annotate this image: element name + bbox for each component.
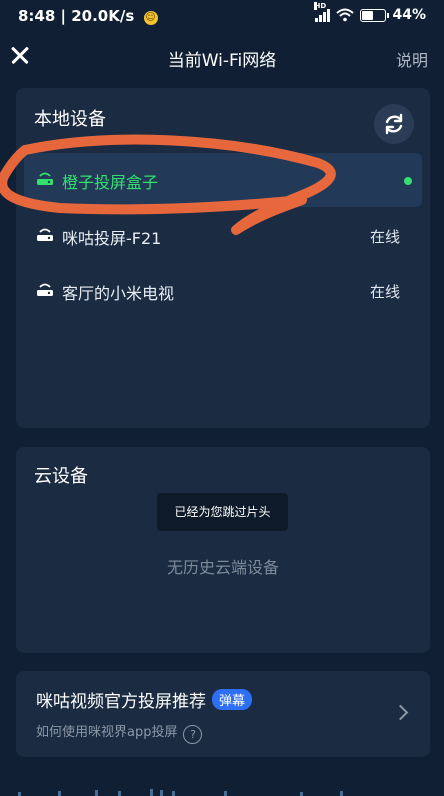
help-circle-icon[interactable]: ?	[183, 725, 203, 744]
local-devices-card: 本地设备 橙子投屏盒子 咪咕投屏-F21 在线 客厅的小米电视 在线	[16, 88, 430, 428]
empty-state-text: 无历史云端设备	[166, 558, 279, 577]
help-link[interactable]: 说明	[396, 47, 428, 71]
battery-icon	[360, 8, 390, 22]
promo-title-text: 咪咕视频官方投屏推荐	[36, 692, 206, 712]
battery-percent: 44%	[392, 7, 426, 23]
promo-card[interactable]: 咪咕视频官方投屏推荐 弹幕 如何使用咪视界app投屏?	[16, 671, 430, 757]
device-name: 客厅的小米电视	[62, 284, 175, 303]
page-title: 当前Wi-Fi网络	[167, 51, 277, 71]
top-bar: 当前Wi-Fi网络 说明	[0, 34, 444, 80]
device-status: 在线	[369, 228, 400, 246]
device-row-1[interactable]: 咪咕投屏-F21 在线	[24, 209, 422, 263]
router-icon	[37, 228, 53, 241]
refresh-button[interactable]	[374, 104, 414, 144]
promo-subtitle-text: 如何使用咪视界app投屏	[36, 725, 178, 740]
refresh-icon	[385, 113, 403, 135]
time-speed: 8:48 | 20.0K/s	[18, 7, 135, 25]
device-row-0[interactable]: 橙子投屏盒子	[24, 153, 422, 207]
cellular-signal-icon: HD	[314, 2, 331, 22]
notification-emoji-icon: ☺	[143, 11, 158, 25]
wifi-icon	[336, 8, 355, 22]
local-devices-title: 本地设备	[34, 109, 106, 130]
battery-fill	[362, 10, 374, 20]
cloud-devices-title: 云设备	[34, 466, 88, 487]
online-dot-icon	[404, 177, 412, 185]
toast-message: 已经为您跳过片头	[157, 493, 288, 531]
status-left: 8:48 | 20.0K/s ☺	[18, 7, 158, 25]
promo-subtitle: 如何使用咪视界app投屏?	[36, 721, 203, 744]
promo-title: 咪咕视频官方投屏推荐 弹幕	[36, 687, 253, 712]
device-status: 在线	[369, 283, 400, 301]
router-icon	[37, 283, 53, 296]
cloud-devices-card: 云设备 已经为您跳过片头 无历史云端设备	[16, 447, 430, 653]
danmaku-badge: 弹幕	[212, 689, 253, 710]
status-right: HD 44%	[314, 2, 426, 23]
status-bar: 8:48 | 20.0K/s ☺ HD 44%	[0, 0, 444, 34]
chevron-right-icon	[392, 704, 409, 721]
device-name: 橙子投屏盒子	[62, 173, 159, 192]
hd-tag: HD	[314, 2, 327, 10]
router-icon	[37, 172, 53, 185]
device-row-2[interactable]: 客厅的小米电视 在线	[24, 264, 422, 318]
device-name: 咪咕投屏-F21	[62, 229, 162, 248]
bottom-wave-decoration	[18, 789, 343, 796]
